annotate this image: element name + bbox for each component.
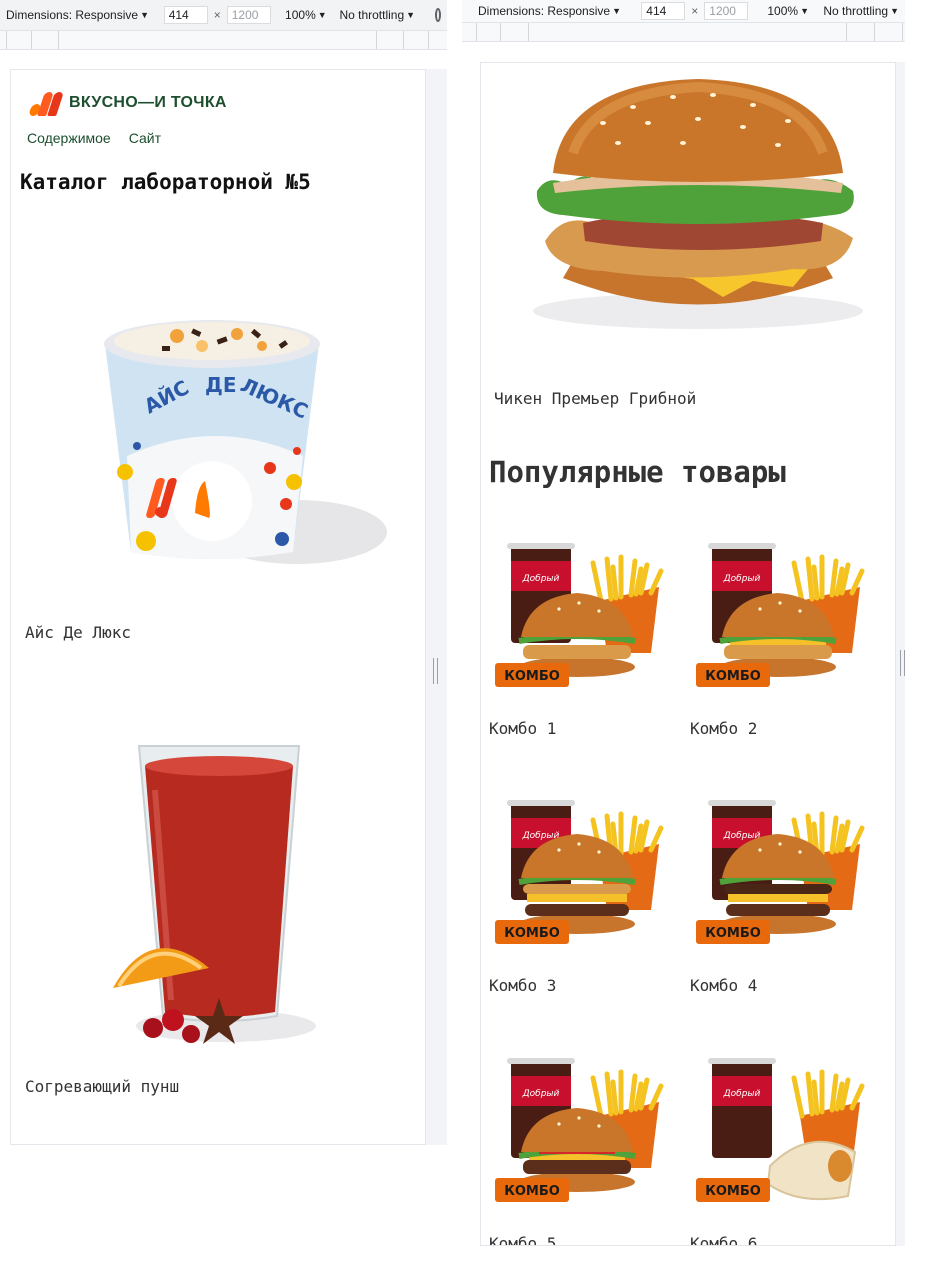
product-name[interactable]: Согревающий пунш: [25, 1077, 179, 1096]
combo-badge: КОМБО: [504, 926, 560, 941]
combo-badge: КОМБО: [705, 926, 761, 941]
popular-section-title: Популярные товары: [489, 455, 786, 489]
viewport-gutter: [426, 69, 447, 1145]
nav-link-contents[interactable]: Содержимое: [27, 130, 111, 146]
device-toolbar: Dimensions: Responsive▼ × 100%▼ No throt…: [0, 0, 447, 30]
caret-down-icon: ▼: [612, 6, 621, 16]
resize-handle[interactable]: [900, 650, 905, 676]
caret-down-icon: ▼: [317, 10, 327, 20]
combo-image: Добрый КОМБО: [696, 543, 865, 687]
page-title: Каталог лабораторной №5: [20, 170, 311, 194]
times-sign: ×: [691, 4, 699, 18]
height-input[interactable]: [226, 6, 271, 24]
combo-name[interactable]: Комбо 3: [489, 976, 556, 995]
combo-badge: КОМБО: [504, 669, 560, 684]
combo-image: ДобрыйКОМБО: [696, 800, 865, 944]
zoom-dropdown[interactable]: 100% ▼: [285, 8, 327, 22]
top-nav: Содержимое Сайт: [27, 130, 161, 146]
ice-cream-cup-icon[interactable]: АЙС ДЕ ЛЮКС: [97, 306, 397, 581]
combo-name[interactable]: Комбо 6: [690, 1234, 757, 1245]
svg-text:ДЕ: ДЕ: [205, 373, 236, 397]
device-toolbar: Dimensions: Responsive▼ × 100%▼ No throt…: [462, 0, 905, 22]
devtools-pane-left: Dimensions: Responsive▼ × 100%▼ No throt…: [0, 0, 447, 1262]
throttling-dropdown[interactable]: No throttling ▼: [823, 4, 899, 18]
punch-glass-icon[interactable]: [91, 730, 331, 1050]
drink-brand-label: Добрый: [723, 574, 761, 584]
combo-image: Добрый КОМБО: [495, 1058, 664, 1202]
rotate-icon[interactable]: [435, 8, 442, 22]
combo-badge: КОМБО: [504, 1184, 560, 1199]
combo-name[interactable]: Комбо 1: [489, 719, 556, 738]
caret-down-icon: ▼: [800, 6, 809, 16]
dimensions-label: Dimensions: Responsive: [6, 8, 139, 22]
media-query-ruler[interactable]: [462, 22, 905, 42]
zoom-label: 100%: [285, 8, 316, 22]
combo-image: Добрый КОМБО: [696, 1058, 865, 1202]
drink-brand-label: Добрый: [522, 1089, 560, 1099]
nav-link-site[interactable]: Сайт: [129, 130, 161, 146]
caret-down-icon: ▼: [890, 6, 899, 16]
height-input[interactable]: [704, 2, 749, 20]
throttling-label: No throttling: [823, 4, 889, 18]
zoom-dropdown[interactable]: 100% ▼: [767, 4, 809, 18]
page-viewport: Чикен Премьер Грибной Популярные товары …: [480, 62, 896, 1246]
chicken-burger-icon[interactable]: [523, 73, 873, 333]
product-name[interactable]: Чикен Премьер Грибной: [494, 389, 696, 408]
media-query-ruler[interactable]: [0, 30, 447, 50]
combo-badge: КОМБО: [705, 669, 761, 684]
combo-image: ДобрыйКОМБО: [495, 800, 664, 944]
width-input[interactable]: [641, 2, 686, 20]
devtools-pane-right: Dimensions: Responsive▼ × 100%▼ No throt…: [462, 0, 905, 1262]
product-name[interactable]: Айс Де Люкс: [25, 623, 131, 642]
combo-image: Добрый КОМБО: [495, 543, 664, 687]
dimensions-label: Dimensions: Responsive: [478, 4, 611, 18]
times-sign: ×: [213, 8, 221, 22]
resize-handle[interactable]: [433, 658, 438, 684]
combo-name[interactable]: Комбо 2: [690, 719, 757, 738]
zoom-label: 100%: [767, 4, 799, 18]
brand-logo-link[interactable]: ВКУСНО—И ТОЧКА: [28, 90, 227, 116]
brand-logo-icon: [28, 90, 64, 116]
width-input[interactable]: [163, 6, 208, 24]
combo-badge: КОМБО: [705, 1184, 761, 1199]
throttling-label: No throttling: [339, 8, 405, 22]
brand-name: ВКУСНО—И ТОЧКА: [69, 94, 227, 111]
page-viewport: ВКУСНО—И ТОЧКА Содержимое Сайт Каталог л…: [10, 69, 426, 1145]
caret-down-icon: ▼: [140, 10, 149, 20]
dimensions-dropdown[interactable]: Dimensions: Responsive ▼: [478, 4, 621, 18]
dimensions-dropdown[interactable]: Dimensions: Responsive ▼: [6, 8, 149, 22]
throttling-dropdown[interactable]: No throttling ▼: [339, 8, 415, 22]
caret-down-icon: ▼: [406, 10, 416, 20]
drink-brand-label: Добрый: [522, 574, 560, 584]
combo-name[interactable]: Комбо 4: [690, 976, 757, 995]
drink-brand-label: Добрый: [723, 1089, 761, 1099]
combo-name[interactable]: Комбо 5: [489, 1234, 556, 1245]
